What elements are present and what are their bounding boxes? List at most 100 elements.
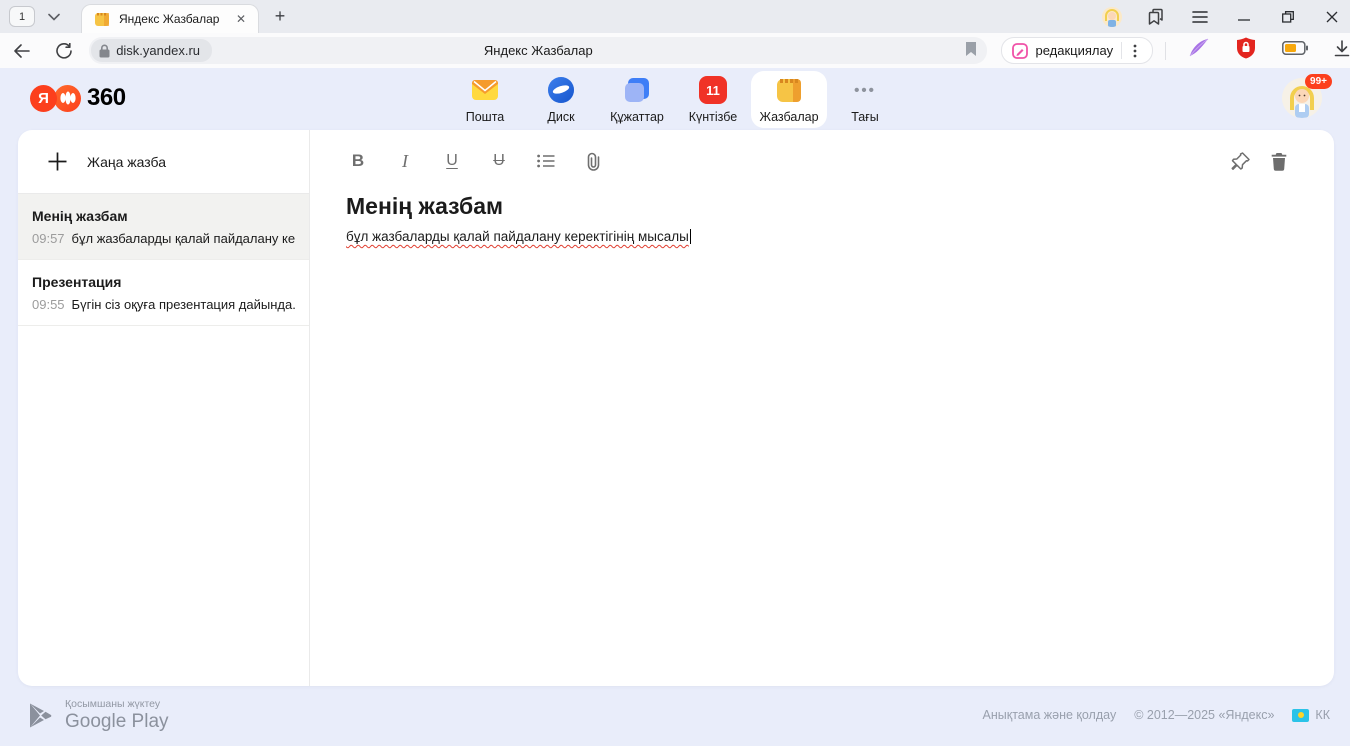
back-arrow-icon <box>13 44 30 58</box>
note-item-time: 09:57 <box>32 231 65 246</box>
battery-icon <box>1282 41 1308 55</box>
service-label: Күнтізбе <box>689 110 738 124</box>
back-button[interactable] <box>8 37 35 65</box>
service-docs[interactable]: Құжаттар <box>599 71 675 128</box>
docs-icon <box>622 75 652 105</box>
page-footer: Қосымшаны жүктеу Google Play Анықтама жә… <box>0 686 1350 746</box>
google-play-caption: Қосымшаны жүктеу <box>65 698 169 710</box>
note-title-input[interactable]: Менің жазбам <box>346 193 1290 220</box>
minimize-icon <box>1238 11 1250 23</box>
feather-icon <box>1188 38 1210 58</box>
edit-mode-button[interactable]: редакциялау <box>1001 37 1153 64</box>
reload-button[interactable] <box>51 37 78 65</box>
tab-title: Яндекс Жазбалар <box>119 12 232 26</box>
note-editor: B I U U Менің жазбам бұл жазбаларды қала… <box>310 130 1334 686</box>
attach-file-button[interactable] <box>581 149 605 173</box>
yandex360-logo[interactable]: Я 360 <box>30 84 126 112</box>
calendar-day-number: 11 <box>706 83 720 98</box>
downloads-button[interactable] <box>1334 40 1350 62</box>
tab-list-chevron[interactable] <box>41 6 67 27</box>
window-close-button[interactable] <box>1322 7 1342 27</box>
note-body-input[interactable]: бұл жазбаларды қалай пайдалану керектігі… <box>346 229 1290 244</box>
bold-button[interactable]: B <box>346 149 370 173</box>
google-play-icon <box>28 702 53 729</box>
format-toolbar: B I U U <box>346 146 1290 176</box>
service-label: Тағы <box>851 110 879 124</box>
bookmark-icon <box>965 41 977 57</box>
edit-menu-kebab[interactable] <box>1122 40 1148 62</box>
domain-text: disk.yandex.ru <box>116 43 200 58</box>
notes-icon <box>774 75 804 105</box>
help-support-link[interactable]: Анықтама және қолдау <box>983 708 1117 722</box>
window-minimize-button[interactable] <box>1234 7 1254 27</box>
service-notes[interactable]: Жазбалар <box>751 71 827 128</box>
pin-icon <box>1231 151 1251 171</box>
strikethrough-button[interactable]: U <box>487 149 511 173</box>
collections-button[interactable] <box>1146 7 1166 27</box>
browser-tab[interactable]: Яндекс Жазбалар ✕ <box>81 4 259 33</box>
note-item-time: 09:55 <box>32 297 65 312</box>
language-code: КК <box>1315 708 1330 722</box>
note-list-item[interactable]: Менің жазбам 09:57 бұл жазбаларды қалай … <box>18 194 309 260</box>
restore-icon <box>1282 11 1294 23</box>
bookmark-button[interactable] <box>965 41 977 62</box>
lock-icon <box>99 44 110 58</box>
protect-shield-button[interactable] <box>1236 37 1256 64</box>
domain-chip[interactable]: disk.yandex.ru <box>91 39 212 62</box>
service-label: Жазбалар <box>759 110 818 124</box>
profile-avatar-image <box>1102 7 1122 27</box>
edit-pink-icon <box>1012 43 1028 59</box>
window-restore-button[interactable] <box>1278 7 1298 27</box>
kebab-icon <box>1133 44 1137 58</box>
underline-button[interactable]: U <box>440 149 464 173</box>
hamburger-icon <box>1192 11 1208 23</box>
tab-close-icon[interactable]: ✕ <box>232 10 250 28</box>
new-note-button[interactable]: Жаңа жазба <box>18 130 309 194</box>
trash-icon <box>1271 152 1287 171</box>
chevron-down-icon <box>48 13 60 21</box>
browser-tab-bar: 1 Яндекс Жазбалар ✕ + <box>0 0 1350 33</box>
yandex-logo-circle: Я <box>30 85 57 112</box>
disk-icon <box>546 75 576 105</box>
bullet-list-button[interactable] <box>534 149 558 173</box>
note-item-snippet: бұл жазбаларды қалай пайдалану ке... <box>72 231 295 246</box>
copyright-text: © 2012—2025 «Яндекс» <box>1134 708 1274 722</box>
note-list-item[interactable]: Презентация 09:55 Бүгін сіз оқуға презен… <box>18 260 309 326</box>
close-icon <box>1326 11 1338 23</box>
language-switcher[interactable]: КК <box>1292 708 1330 722</box>
mail-icon <box>470 75 500 105</box>
service-calendar[interactable]: 11 Күнтізбе <box>675 71 751 128</box>
page-title: Яндекс Жазбалар <box>89 43 987 58</box>
services-nav: Пошта Диск Құжаттар 11 Күнтізбе Жазбалар <box>447 71 903 128</box>
logo-360-text: 360 <box>87 84 126 112</box>
bullet-list-icon <box>537 154 555 168</box>
browser-profile-avatar[interactable] <box>1102 7 1122 27</box>
notes-app-panel: Жаңа жазба Менің жазбам 09:57 бұл жазбал… <box>18 130 1334 686</box>
tab-counter[interactable]: 1 <box>9 6 35 27</box>
delete-note-button[interactable] <box>1268 150 1290 172</box>
service-more[interactable]: ••• Тағы <box>827 71 903 128</box>
paperclip-icon <box>585 152 602 171</box>
feather-extension-button[interactable] <box>1188 38 1210 63</box>
pin-note-button[interactable] <box>1230 150 1252 172</box>
plus-icon <box>48 152 67 171</box>
calendar-icon: 11 <box>699 76 727 104</box>
y360-mark-circle <box>54 85 81 112</box>
user-avatar[interactable]: 99+ <box>1282 78 1322 118</box>
service-disk[interactable]: Диск <box>523 71 599 128</box>
edit-mode-label: редакциялау <box>1035 43 1113 58</box>
text-caret <box>690 229 692 244</box>
yandex-logo-letter: Я <box>38 90 49 107</box>
italic-button[interactable]: I <box>393 149 417 173</box>
address-input[interactable]: disk.yandex.ru Яндекс Жазбалар <box>89 37 987 64</box>
battery-saver-button[interactable] <box>1282 41 1308 60</box>
yandex360-header: Я 360 Пошта Диск Құжаттар 11 <box>0 68 1350 130</box>
google-play-link[interactable]: Қосымшаны жүктеу Google Play <box>28 698 169 733</box>
service-mail[interactable]: Пошта <box>447 71 523 128</box>
download-icon <box>1334 40 1350 57</box>
new-tab-button[interactable]: + <box>267 4 293 30</box>
note-item-snippet: Бүгін сіз оқуға презентация дайында... <box>72 297 295 312</box>
new-note-label: Жаңа жазба <box>87 154 166 170</box>
browser-menu-button[interactable] <box>1190 7 1210 27</box>
notes-favicon <box>94 11 110 27</box>
